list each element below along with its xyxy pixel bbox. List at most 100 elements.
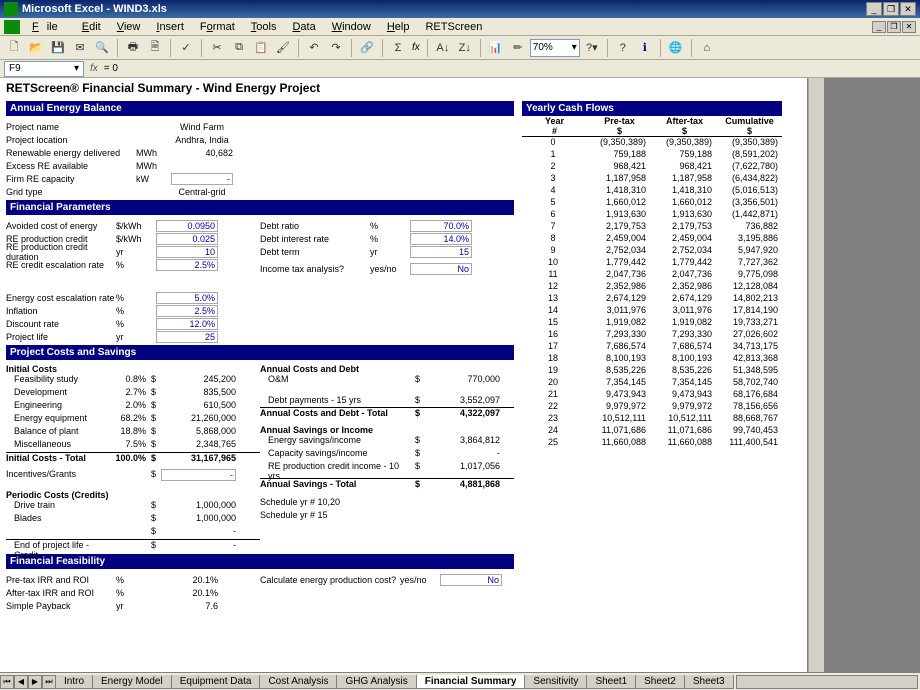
tab-sheet1[interactable]: Sheet1	[586, 675, 636, 689]
formula-input[interactable]: = 0	[104, 63, 118, 74]
tab-last-icon[interactable]: ⏭	[42, 675, 56, 689]
copy-icon[interactable]: ⧉	[229, 38, 249, 58]
input-project-life[interactable]: 25	[156, 331, 218, 343]
fx-icon[interactable]: fx	[90, 63, 98, 74]
zoom-selector[interactable]: 70%▾	[530, 39, 580, 57]
input-debt-ratio[interactable]: 70.0%	[410, 220, 472, 232]
chart-wizard-icon[interactable]: 📊	[486, 38, 506, 58]
tab-financial-summary[interactable]: Financial Summary	[416, 675, 526, 689]
mail-icon[interactable]: ✉	[70, 38, 90, 58]
input-avoided-cost[interactable]: 0.0950	[156, 220, 218, 232]
tab-sheet2[interactable]: Sheet2	[635, 675, 685, 689]
save-icon[interactable]: 💾	[48, 38, 68, 58]
format-painter-icon[interactable]: 🖌	[273, 38, 293, 58]
input-calc-epc[interactable]: No	[440, 574, 502, 586]
cf-row: 188,100,1938,100,19342,813,368	[522, 353, 782, 365]
minimize-button[interactable]: _	[866, 2, 882, 16]
doc-close-button[interactable]: ✕	[902, 21, 916, 33]
menu-view[interactable]: View	[109, 21, 149, 33]
sort-asc-icon[interactable]: A↓	[433, 38, 453, 58]
input-debt-term[interactable]: 15	[410, 246, 472, 258]
menu-help[interactable]: Help	[379, 21, 418, 33]
tab-intro[interactable]: Intro	[55, 675, 93, 689]
doc-restore-button[interactable]: ❐	[887, 21, 901, 33]
menu-data[interactable]: Data	[284, 21, 323, 33]
cf-row: 2310,512,11110,512,11188,668,767	[522, 413, 782, 425]
tab-cost-analysis[interactable]: Cost Analysis	[259, 675, 337, 689]
cf-row: 72,179,7532,179,753736,882	[522, 221, 782, 233]
maximize-button[interactable]: ❐	[883, 2, 899, 16]
tab-ghg-analysis[interactable]: GHG Analysis	[336, 675, 416, 689]
tab-first-icon[interactable]: ⏮	[0, 675, 14, 689]
print-preview-icon[interactable]: 🗎	[145, 38, 165, 58]
menu-edit[interactable]: Edit	[74, 21, 109, 33]
tab-sheet3[interactable]: Sheet3	[684, 675, 734, 689]
tab-sensitivity[interactable]: Sensitivity	[524, 675, 587, 689]
menu-retscreen[interactable]: RETScreen	[417, 21, 490, 33]
drawing-icon[interactable]: ✏	[508, 38, 528, 58]
section-cash-flows: Yearly Cash Flows	[522, 101, 782, 116]
home-icon[interactable]: ⌂	[697, 38, 717, 58]
new-icon[interactable]: 🗋	[4, 38, 24, 58]
autosum-icon[interactable]: Σ	[388, 38, 408, 58]
menu-file[interactable]: File	[24, 21, 74, 33]
menu-format[interactable]: Format	[192, 21, 243, 33]
annual-savings-header: Annual Savings or Income	[260, 425, 514, 435]
input-re-esc[interactable]: 2.5%	[156, 259, 218, 271]
name-box[interactable]: F9▾	[4, 61, 84, 77]
cf-row: 31,187,9581,187,958(6,434,822)	[522, 173, 782, 185]
worksheet[interactable]: RETScreen® Financial Summary - Wind Ener…	[0, 78, 808, 672]
redo-icon[interactable]: ↷	[326, 38, 346, 58]
section-financial-feasibility: Financial Feasibility	[6, 554, 514, 569]
ic-name: Miscellaneous	[6, 439, 106, 452]
standard-toolbar: 🗋 📂 💾 ✉ 🔍 🖶 🗎 ✓ ✂ ⧉ 📋 🖌 ↶ ↷ 🔗 Σ fx A↓ Z↓…	[0, 36, 920, 60]
cf-row: 167,293,3307,293,33027,026,602	[522, 329, 782, 341]
input-income-tax[interactable]: No	[410, 263, 472, 275]
spellcheck-icon[interactable]: ✓	[176, 38, 196, 58]
input-inflation[interactable]: 2.5%	[156, 305, 218, 317]
menu-tools[interactable]: Tools	[243, 21, 285, 33]
doc-minimize-button[interactable]: _	[872, 21, 886, 33]
ic-name: Balance of plant	[6, 426, 106, 439]
cf-row: 229,979,9729,979,97278,156,656	[522, 401, 782, 413]
sort-desc-icon[interactable]: Z↓	[455, 38, 475, 58]
chevron-down-icon: ▾	[572, 42, 577, 53]
print-icon[interactable]: 🖶	[123, 38, 143, 58]
input-re-credit[interactable]: 0.025	[156, 233, 218, 245]
initial-costs-header: Initial Costs	[6, 364, 260, 374]
help-icon[interactable]: ?	[613, 38, 633, 58]
lbl-project-loc: Project location	[6, 135, 136, 145]
cf-row: 143,011,9763,011,97617,814,190	[522, 305, 782, 317]
undo-icon[interactable]: ↶	[304, 38, 324, 58]
horizontal-scrollbar[interactable]	[736, 675, 918, 689]
close-button[interactable]: ✕	[900, 2, 916, 16]
tab-next-icon[interactable]: ▶	[28, 675, 42, 689]
help-dropdown-icon[interactable]: ?▾	[582, 38, 602, 58]
hyperlink-icon[interactable]: 🔗	[357, 38, 377, 58]
input-discount[interactable]: 12.0%	[156, 318, 218, 330]
excel-app-icon	[4, 2, 18, 16]
lbl-re-delivered: Renewable energy delivered	[6, 148, 136, 158]
menu-insert[interactable]: Insert	[148, 21, 192, 33]
vertical-scrollbar[interactable]	[808, 78, 824, 672]
globe-icon[interactable]: 🌐	[666, 38, 686, 58]
tab-prev-icon[interactable]: ◀	[14, 675, 28, 689]
input-debt-int[interactable]: 14.0%	[410, 233, 472, 245]
input-firm-re[interactable]: -	[171, 173, 233, 185]
paste-icon[interactable]: 📋	[251, 38, 271, 58]
cf-row: 177,686,5747,686,57434,713,175	[522, 341, 782, 353]
tab-equipment-data[interactable]: Equipment Data	[171, 675, 261, 689]
lbl-project-name: Project name	[6, 122, 136, 132]
input-re-credit-dur[interactable]: 10	[156, 246, 218, 258]
cf-row: 112,047,7362,047,7369,775,098	[522, 269, 782, 281]
tab-energy-model[interactable]: Energy Model	[92, 675, 172, 689]
menu-bar: File Edit View Insert Format Tools Data …	[0, 18, 920, 36]
info-icon[interactable]: ℹ	[635, 38, 655, 58]
input-incentives[interactable]: -	[161, 469, 236, 481]
search-icon[interactable]: 🔍	[92, 38, 112, 58]
cut-icon[interactable]: ✂	[207, 38, 227, 58]
menu-window[interactable]: Window	[324, 21, 379, 33]
open-icon[interactable]: 📂	[26, 38, 46, 58]
ic-name: Feasibility study	[6, 374, 106, 387]
input-energy-esc[interactable]: 5.0%	[156, 292, 218, 304]
